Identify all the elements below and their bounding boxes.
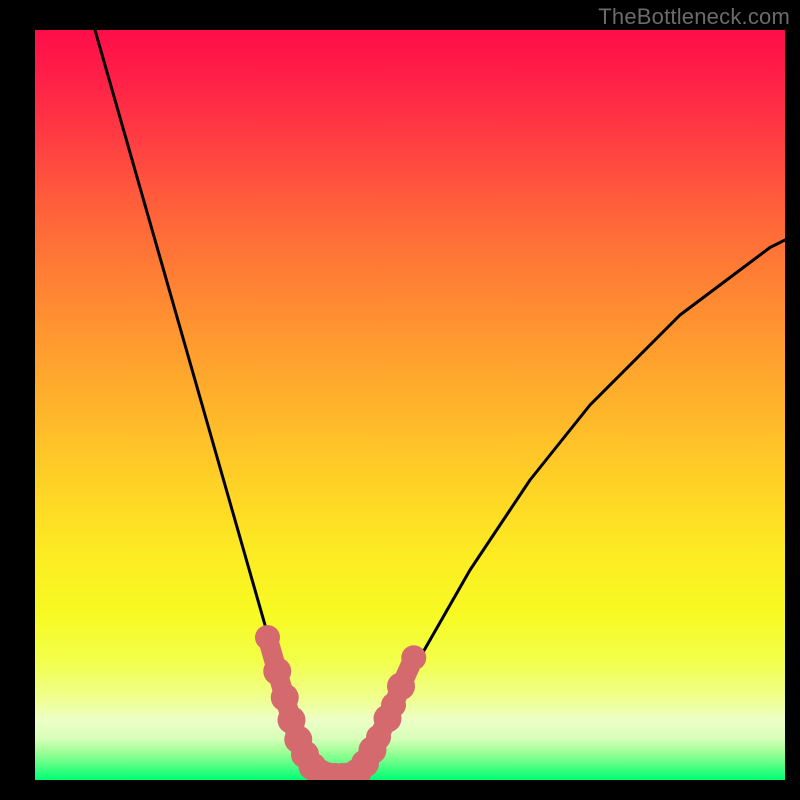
marker-dot	[401, 645, 426, 670]
marker-layer	[255, 625, 426, 780]
marker-dot	[263, 657, 291, 685]
bottleneck-curve	[95, 30, 785, 776]
plot-area	[35, 30, 785, 780]
marker-dot	[387, 672, 415, 700]
chart-frame: TheBottleneck.com	[0, 0, 800, 800]
curve-layer	[95, 30, 785, 776]
chart-svg	[35, 30, 785, 780]
watermark-text: TheBottleneck.com	[598, 4, 790, 30]
marker-dot	[255, 625, 280, 650]
